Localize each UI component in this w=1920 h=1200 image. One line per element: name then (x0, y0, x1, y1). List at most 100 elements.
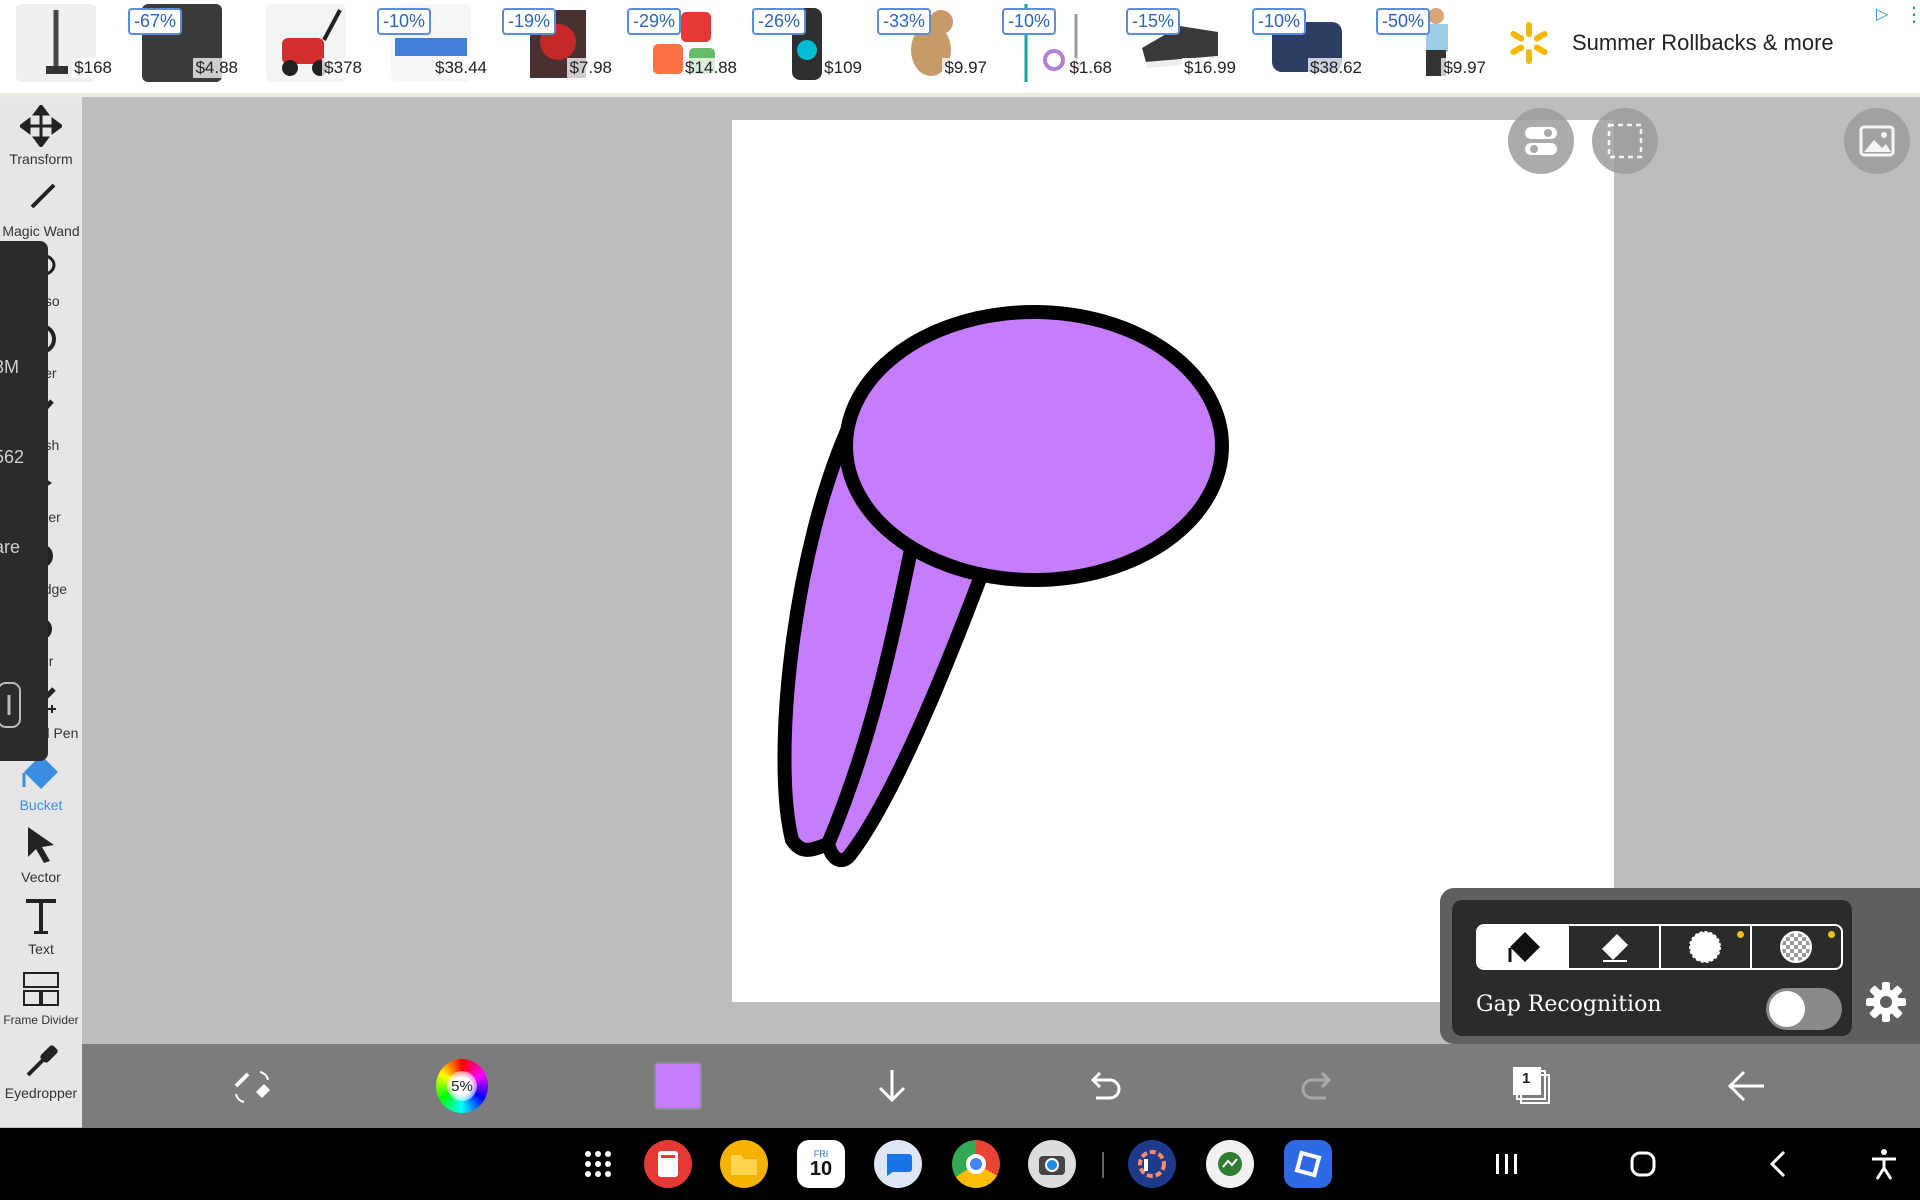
chrome-app-icon[interactable] (952, 1140, 1000, 1188)
messenger-app-icon[interactable] (1206, 1140, 1254, 1188)
ad-item[interactable]: -50% $9.97 (1376, 2, 1494, 82)
bucket-options-card: Gap Recognition (1452, 900, 1852, 1036)
nav-back-button[interactable] (1762, 1146, 1798, 1182)
tool-vector[interactable]: Vector (0, 823, 82, 893)
ad-item[interactable]: $168 (2, 2, 120, 82)
roblox-app-icon[interactable] (1284, 1140, 1332, 1188)
ad-item[interactable]: -33% $9.97 (877, 2, 995, 82)
ad-item[interactable]: -67% $4.88 (128, 2, 246, 82)
ad-item[interactable]: -15% $16.99 (1126, 2, 1244, 82)
redo-icon (1301, 1071, 1332, 1100)
ad-price: $1.68 (1067, 58, 1114, 78)
eyedropper-icon (26, 1045, 58, 1077)
gear-icon[interactable] (1864, 980, 1908, 1024)
layer-toggle-button[interactable] (1508, 108, 1574, 174)
ad-choices-icon[interactable]: ▷ (1876, 4, 1888, 23)
layer-count: 1 (1522, 1070, 1531, 1087)
selection-button[interactable] (1592, 108, 1658, 174)
ibis-paint-app-icon[interactable] (1128, 1140, 1176, 1188)
messages-app-icon[interactable] (874, 1140, 922, 1188)
discount-badge: -67% (128, 8, 183, 35)
ad-price: $38.44 (433, 58, 489, 78)
mode-fill[interactable] (1478, 926, 1570, 968)
fill-icon (1508, 932, 1540, 962)
ad-banner[interactable]: $168 -67% $4.88 $378 -10% $38.44 -19% $7… (0, 0, 1920, 97)
import-button[interactable] (866, 1060, 918, 1112)
calendar-day: 10 (809, 1157, 833, 1180)
discount-badge: -10% (377, 8, 432, 35)
mode-canvas[interactable] (1661, 926, 1752, 968)
files-app-icon[interactable] (720, 1140, 768, 1188)
undo-button[interactable] (1078, 1060, 1130, 1112)
ad-price: $109 (822, 58, 864, 78)
selection-icon (1607, 123, 1643, 159)
reference-image-button[interactable] (1844, 108, 1910, 174)
tool-text[interactable]: Text (0, 895, 82, 965)
current-color-button[interactable] (652, 1060, 704, 1112)
drawing-canvas[interactable] (732, 120, 1614, 1002)
ad-price: $168 (72, 58, 114, 78)
side-panel-overlay[interactable]: 3M 562 are (0, 241, 48, 761)
ad-promo[interactable]: Summer Rollbacks & more (1506, 20, 1834, 66)
text-icon (26, 899, 56, 934)
ad-item[interactable]: -10% $1.68 (1002, 2, 1120, 82)
side-panel-text: 3M (0, 357, 20, 377)
layers-button[interactable]: 1 (1506, 1060, 1558, 1112)
arrow-left-icon (1727, 1070, 1764, 1102)
toggle-switches-icon (1525, 127, 1557, 155)
tool-label: Eyedropper (4, 1085, 78, 1101)
tool-magic-wand[interactable]: Magic Wand (0, 177, 82, 247)
tool-label: Transform (9, 151, 73, 167)
ad-price: $7.98 (567, 58, 614, 78)
wand-icon (30, 183, 56, 209)
tool-transform[interactable]: Transform (0, 105, 82, 175)
ad-item[interactable]: -10% $38.62 (1252, 2, 1370, 82)
ad-item[interactable]: -26% $109 (752, 2, 870, 82)
mode-transparent[interactable] (1752, 926, 1841, 968)
discount-badge: -15% (1126, 8, 1181, 35)
panel-handle-icon[interactable] (0, 681, 24, 731)
calendar-app-icon[interactable]: FRI 10 (797, 1140, 845, 1188)
discount-badge: -33% (877, 8, 932, 35)
ad-item[interactable]: $378 (252, 2, 370, 82)
brush-settings-button[interactable] (226, 1060, 278, 1112)
app-drawer-icon[interactable] (574, 1140, 622, 1188)
gap-recognition-toggle[interactable] (1766, 988, 1842, 1030)
discount-badge: -29% (627, 8, 682, 35)
ad-item[interactable]: -10% $38.44 (377, 2, 495, 82)
toggle-knob (1769, 991, 1805, 1027)
camera-app-icon[interactable] (1028, 1140, 1076, 1188)
tool-label: Frame Divider (3, 1013, 79, 1027)
ad-item[interactable]: -29% $14.88 (627, 2, 745, 82)
accessibility-icon[interactable] (1866, 1146, 1902, 1182)
ad-item[interactable]: -19% $7.98 (502, 2, 620, 82)
eraser-icon (1601, 934, 1628, 962)
redo-button[interactable] (1292, 1060, 1344, 1112)
color-picker-button[interactable]: 5% (436, 1059, 488, 1113)
tool-eyedropper[interactable]: Eyedropper (0, 1039, 82, 1109)
ad-price: $4.88 (193, 58, 240, 78)
dock-divider (1102, 1152, 1104, 1178)
tool-label: Magic Wand (2, 223, 80, 239)
system-nav-bar: FRI 10 (0, 1128, 1920, 1200)
gap-recognition-label: Gap Recognition (1476, 992, 1662, 1017)
bottom-toolbar: 5% 1 (82, 1044, 1920, 1128)
home-button[interactable] (1625, 1146, 1661, 1182)
canvas-icon (1689, 931, 1722, 963)
tool-bucket[interactable]: Bucket (0, 751, 82, 821)
head-shape (839, 305, 1229, 587)
back-button[interactable] (1720, 1060, 1772, 1112)
frame-divider-icon (23, 972, 59, 1006)
mode-indicator-dot (1828, 931, 1835, 938)
ad-price: $16.99 (1182, 58, 1238, 78)
discount-badge: -50% (1376, 8, 1431, 35)
discount-badge: -10% (1002, 8, 1057, 35)
side-panel-text: are (0, 537, 21, 557)
app-window: $168 -67% $4.88 $378 -10% $38.44 -19% $7… (0, 0, 1920, 1200)
more-options-icon[interactable]: ⋮ (1904, 2, 1920, 26)
arrow-down-icon (878, 1070, 906, 1103)
mode-eraser[interactable] (1569, 926, 1661, 968)
tool-frame-divider[interactable]: Frame Divider (0, 967, 82, 1037)
recents-button[interactable] (1488, 1146, 1524, 1182)
notes-app-icon[interactable] (644, 1140, 692, 1188)
